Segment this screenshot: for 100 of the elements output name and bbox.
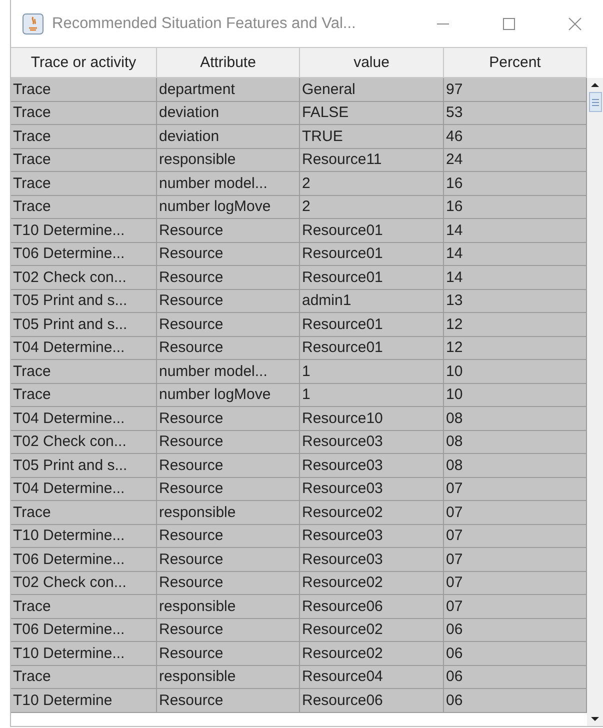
table-cell: T06 Determine...	[11, 618, 157, 642]
table-cell: Resource	[157, 407, 300, 430]
table-cell: Resource	[157, 689, 300, 712]
table-cell: FALSE	[300, 102, 444, 125]
table-cell: Resource01	[300, 313, 444, 336]
table-cell: 2	[300, 172, 444, 196]
table-cell: 06	[444, 666, 587, 689]
table-cell: T10 Determine	[11, 689, 157, 712]
column-header[interactable]: Attribute	[157, 47, 300, 78]
table-cell: 46	[444, 125, 587, 148]
table-cell: T02 Check con...	[11, 572, 157, 595]
table-cell: deviation	[157, 102, 300, 125]
table-cell: 14	[444, 242, 587, 266]
table-cell: 06	[444, 642, 587, 666]
table-cell: Trace	[11, 666, 157, 689]
table-cell: Resource03	[300, 524, 444, 548]
table-cell: Resource	[157, 242, 300, 266]
table-cell: 24	[444, 148, 587, 172]
column-header[interactable]: Trace or activity	[11, 47, 157, 78]
table-cell: responsible	[157, 501, 300, 524]
table-cell: T04 Determine...	[11, 407, 157, 430]
table-cell: Trace	[11, 172, 157, 196]
table-cell: admin1	[300, 290, 444, 313]
table-cell: Trace	[11, 196, 157, 219]
column-header[interactable]: value	[300, 47, 444, 78]
table-cell: T04 Determine...	[11, 478, 157, 501]
table-cell: Resource03	[300, 454, 444, 478]
table-cell: Resource	[157, 642, 300, 666]
table-cell: 14	[444, 219, 587, 242]
table-cell: Trace	[11, 501, 157, 524]
table-cell: Resource01	[300, 266, 444, 290]
table-cell: 07	[444, 478, 587, 501]
table-cell: 97	[444, 78, 587, 102]
table-cell: 14	[444, 266, 587, 290]
table-cell: Resource	[157, 548, 300, 572]
table-cell: 07	[444, 548, 587, 572]
table-cell: 08	[444, 430, 587, 454]
table-cell: 10	[444, 360, 587, 384]
table-cell: Resource03	[300, 478, 444, 501]
table-cell: T06 Determine...	[11, 242, 157, 266]
table-cell: Resource02	[300, 618, 444, 642]
table-cell: Resource03	[300, 430, 444, 454]
table-cell: Resource	[157, 313, 300, 336]
close-icon	[567, 16, 583, 32]
table-cell: Trace	[11, 148, 157, 172]
table-cell: 16	[444, 172, 587, 196]
table-cell: department	[157, 78, 300, 102]
table-cell: Resource	[157, 478, 300, 501]
table-cell: Resource	[157, 524, 300, 548]
table-cell: T05 Print and s...	[11, 313, 157, 336]
table-cell: 53	[444, 102, 587, 125]
table-cell: number logMove	[157, 384, 300, 407]
table-cell: 12	[444, 336, 587, 360]
table-cell: T04 Determine...	[11, 336, 157, 360]
table-cell: number logMove	[157, 196, 300, 219]
table-cell: deviation	[157, 125, 300, 148]
table-cell: TRUE	[300, 125, 444, 148]
table-cell: 16	[444, 196, 587, 219]
table-cell: responsible	[157, 666, 300, 689]
table-cell: Resource	[157, 219, 300, 242]
table-cell: T05 Print and s...	[11, 290, 157, 313]
table-cell: Trace	[11, 595, 157, 618]
table-cell: 06	[444, 689, 587, 712]
table-cell: Trace	[11, 102, 157, 125]
table-cell: 08	[444, 407, 587, 430]
table-cell: Trace	[11, 125, 157, 148]
java-icon	[22, 12, 44, 34]
table-cell: 2	[300, 196, 444, 219]
table-cell: number model...	[157, 360, 300, 384]
scroll-thumb[interactable]	[588, 92, 602, 112]
window-title: Recommended Situation Features and Val...	[52, 14, 357, 32]
table-cell: Trace	[11, 384, 157, 407]
table-cell: General	[300, 78, 444, 102]
table-cell: Resource02	[300, 501, 444, 524]
column-header[interactable]: Percent	[444, 47, 587, 78]
table-cell: T05 Print and s...	[11, 454, 157, 478]
table-cell: Resource01	[300, 219, 444, 242]
table-cell: Resource02	[300, 642, 444, 666]
table-cell: Resource06	[300, 595, 444, 618]
table-cell: 08	[444, 454, 587, 478]
table-cell: 07	[444, 572, 587, 595]
minimize-icon	[437, 22, 449, 24]
table-cell: Resource	[157, 572, 300, 595]
table-cell: T10 Determine...	[11, 524, 157, 548]
table-cell: number model...	[157, 172, 300, 196]
table-cell: Trace	[11, 360, 157, 384]
table-cell: Resource02	[300, 572, 444, 595]
table-cell: Resource04	[300, 666, 444, 689]
table-cell: Resource	[157, 266, 300, 290]
table-cell: 07	[444, 524, 587, 548]
table-cell: Trace	[11, 78, 157, 102]
table-cell: responsible	[157, 148, 300, 172]
table-cell: Resource03	[300, 548, 444, 572]
table-cell: T02 Check con...	[11, 266, 157, 290]
table-cell: T06 Determine...	[11, 548, 157, 572]
table-cell: T10 Determine...	[11, 642, 157, 666]
table-cell: 07	[444, 501, 587, 524]
table-cell: 13	[444, 290, 587, 313]
table-cell: 10	[444, 384, 587, 407]
table-cell: 07	[444, 595, 587, 618]
